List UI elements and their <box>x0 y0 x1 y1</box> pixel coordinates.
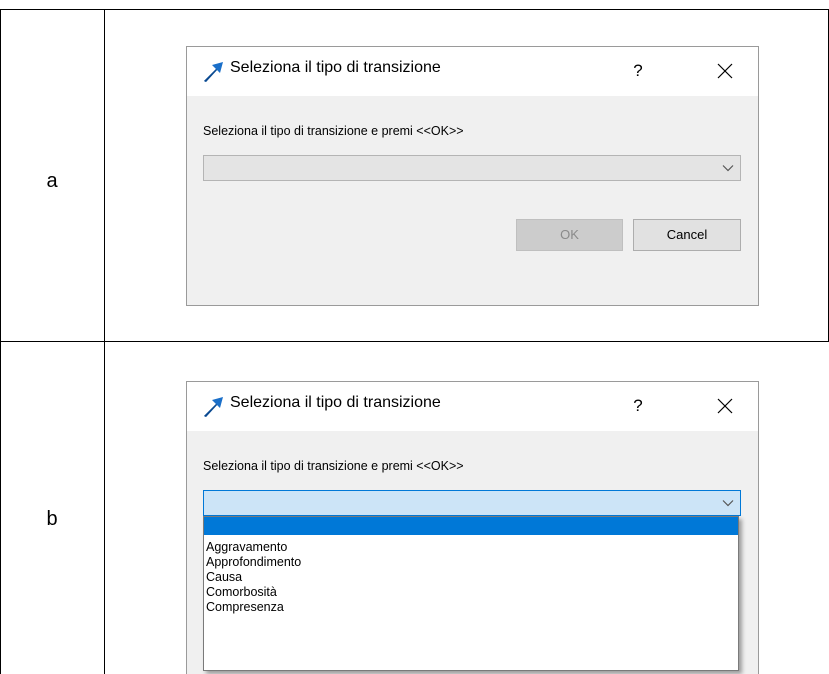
dialog-title: Seleziona il tipo di transizione <box>230 59 441 76</box>
table-row-divider <box>0 341 829 342</box>
row-label-a: a <box>46 170 58 192</box>
chevron-down-icon <box>722 500 734 507</box>
dropdown-option[interactable]: Approfondimento <box>204 555 738 570</box>
chevron-down-icon <box>722 165 734 172</box>
transition-type-dropdown-list: Aggravamento Approfondimento Causa Comor… <box>203 516 739 671</box>
table-border-left <box>0 9 1 674</box>
dropdown-option[interactable]: Compresenza <box>204 600 738 615</box>
help-button[interactable]: ? <box>627 57 649 85</box>
dropdown-option[interactable]: Comorbosità <box>204 585 738 600</box>
transition-dialog-a: Seleziona il tipo di transizione ? Selez… <box>187 47 758 305</box>
close-icon[interactable] <box>710 391 740 421</box>
dialog-titlebar: Seleziona il tipo di transizione ? <box>187 382 758 431</box>
help-button[interactable]: ? <box>627 392 649 420</box>
dialog-titlebar: Seleziona il tipo di transizione ? <box>187 47 758 96</box>
dropdown-option[interactable]: Aggravamento <box>204 540 738 555</box>
table-border-top <box>0 9 829 10</box>
dialog-prompt: Seleziona il tipo di transizione e premi… <box>203 124 464 138</box>
arrow-up-right-icon <box>204 397 223 417</box>
dropdown-option[interactable]: Causa <box>204 570 738 585</box>
dialog-title: Seleziona il tipo di transizione <box>230 394 441 411</box>
arrow-up-right-icon <box>204 62 223 82</box>
ok-button[interactable]: OK <box>516 219 623 251</box>
close-icon[interactable] <box>710 56 740 86</box>
transition-type-combobox[interactable] <box>203 155 741 181</box>
transition-type-combobox[interactable] <box>203 490 741 516</box>
row-label-b: b <box>46 508 58 530</box>
table-column-divider <box>104 9 105 674</box>
transition-dialog-b: Seleziona il tipo di transizione ? Selez… <box>187 382 758 674</box>
cancel-button[interactable]: Cancel <box>633 219 741 251</box>
dropdown-option-empty[interactable] <box>204 517 738 535</box>
dialog-prompt: Seleziona il tipo di transizione e premi… <box>203 459 464 473</box>
